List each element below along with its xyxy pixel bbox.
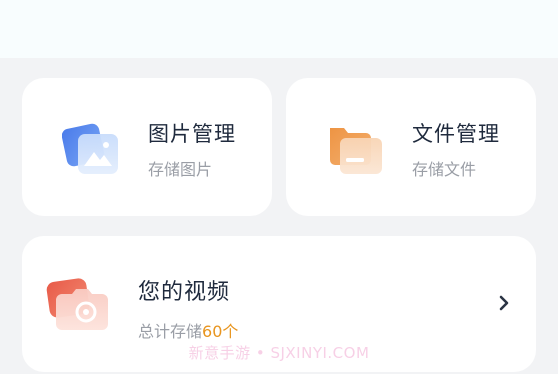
summary-label: 总计存储 — [138, 322, 203, 341]
video-count: 60个 — [202, 322, 239, 341]
image-gallery-icon — [61, 120, 122, 178]
card-title: 您的视频 — [138, 280, 231, 305]
camera-icon — [46, 276, 120, 336]
file-management-card[interactable]: 文件管理 存储文件 — [286, 78, 536, 216]
video-summary: 总计存储60个 — [138, 318, 238, 342]
watermark: 新意手游 • SJXINYI.COM — [188, 344, 370, 362]
image-management-card[interactable]: 图片管理 存储图片 — [22, 78, 272, 216]
top-bar — [0, 0, 558, 58]
card-subtitle: 存储图片 — [148, 160, 213, 179]
folder-icon — [326, 120, 386, 178]
card-subtitle: 存储文件 — [412, 160, 477, 179]
card-title: 文件管理 — [412, 122, 500, 146]
chevron-right-icon[interactable] — [494, 292, 514, 314]
card-title: 图片管理 — [148, 122, 236, 146]
